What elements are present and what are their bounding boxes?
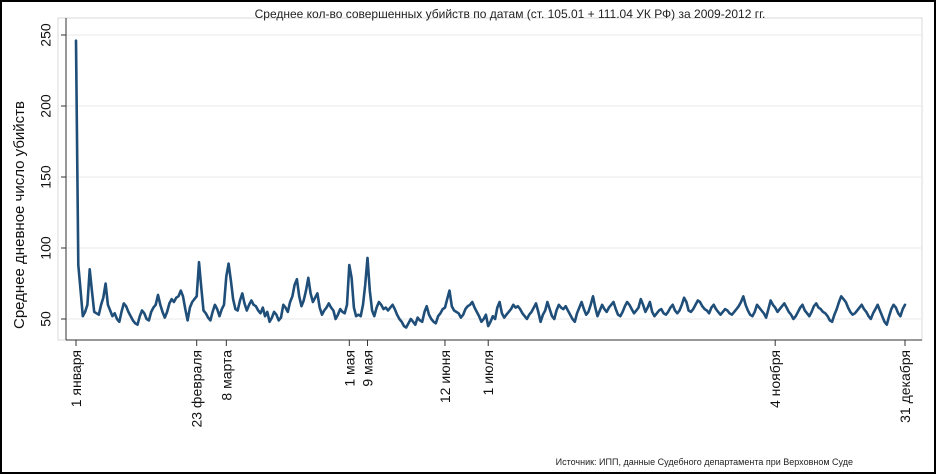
x-tick-label: 1 мая bbox=[341, 350, 357, 387]
x-tick-label: 1 января bbox=[68, 350, 84, 407]
chart-frame: 50 100 150 200 250 1 января 23 февраля 8 марта… bbox=[0, 0, 936, 474]
y-tick-label: 150 bbox=[38, 165, 54, 189]
y-tick-label: 100 bbox=[38, 236, 54, 260]
x-tick-label: 9 мая bbox=[360, 350, 376, 387]
chart-title: Среднее кол-во совершенных убийств по да… bbox=[255, 7, 766, 21]
plot-area bbox=[57, 17, 923, 341]
y-axis-label: Среднее дневное число убийств bbox=[11, 101, 28, 329]
y-tick-label: 250 bbox=[38, 23, 54, 47]
x-tick-label: 31 декабря bbox=[897, 350, 913, 423]
x-tick-label: 1 июля bbox=[480, 350, 496, 395]
y-tick-label: 50 bbox=[38, 311, 54, 327]
source-note: Источник: ИПП, данные Судебного департам… bbox=[556, 457, 853, 467]
x-tick-label: 8 марта bbox=[218, 350, 234, 401]
x-tick-label: 4 ноября bbox=[767, 350, 783, 408]
x-tick-label: 23 февраля bbox=[189, 350, 205, 428]
y-tick-label: 200 bbox=[38, 94, 54, 118]
x-tick-label: 12 июня bbox=[437, 350, 453, 403]
chart-svg: 50 100 150 200 250 1 января 23 февраля 8 марта… bbox=[2, 2, 934, 472]
